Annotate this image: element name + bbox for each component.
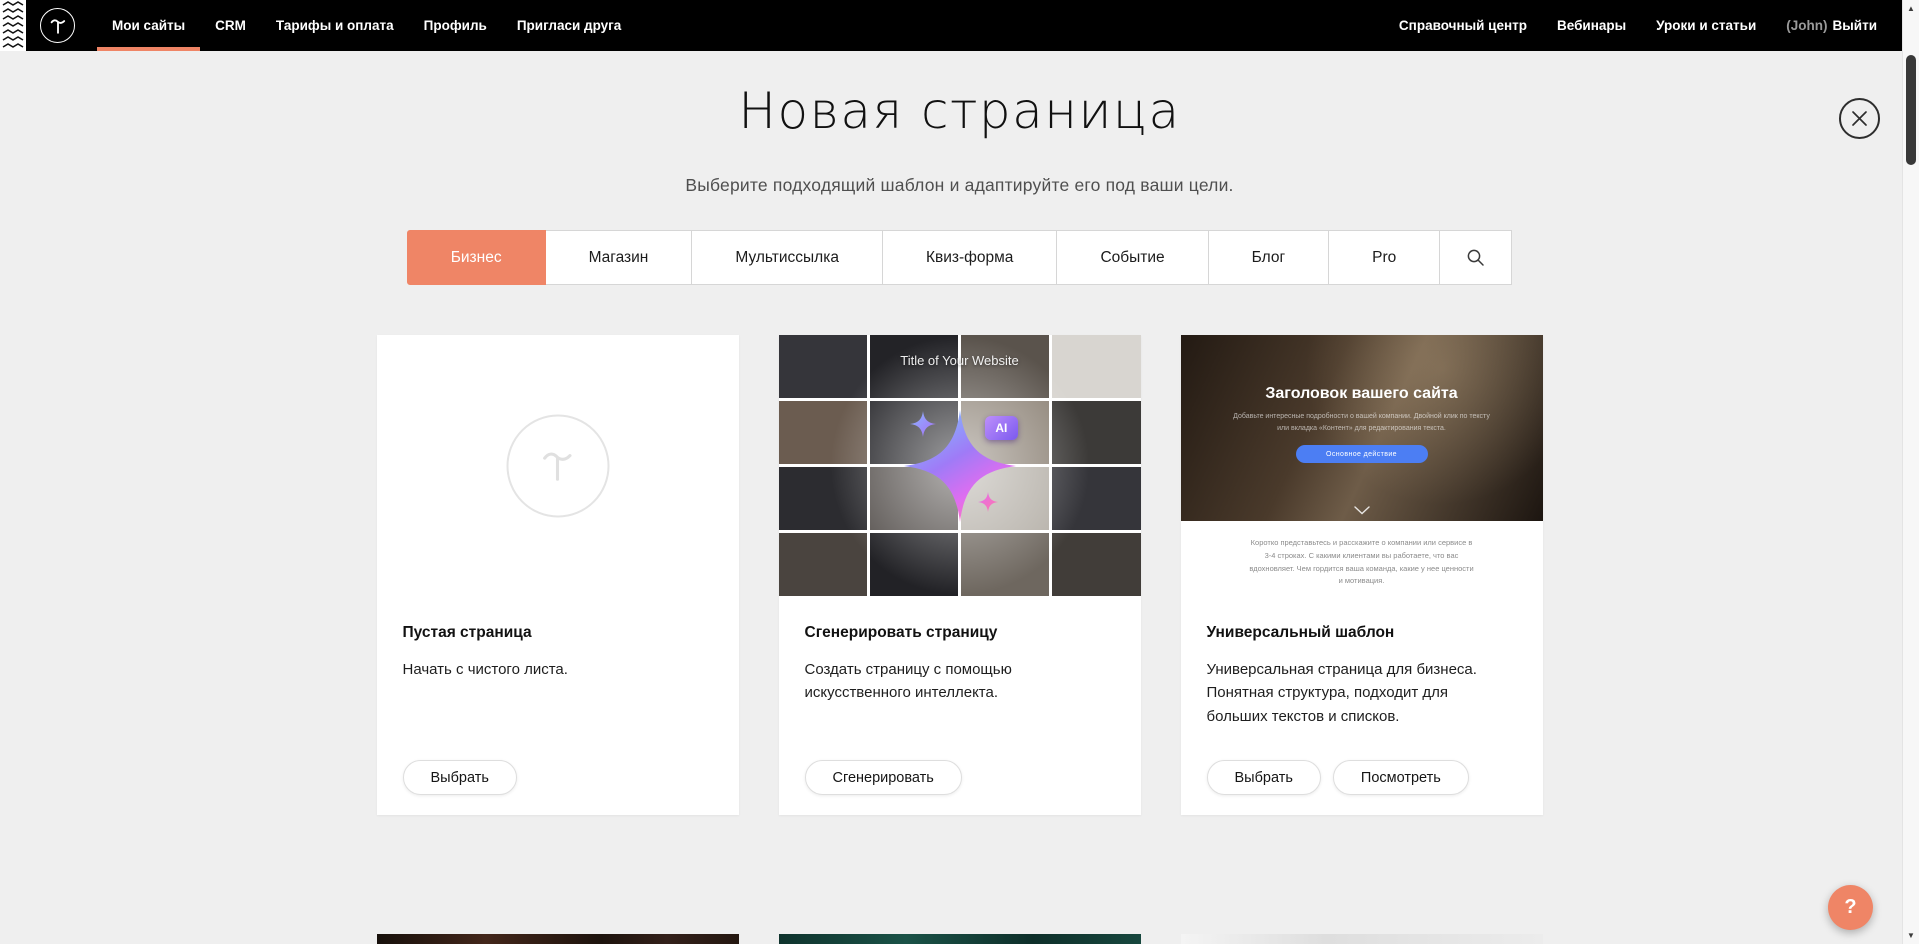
tab-quiz-form[interactable]: Квиз-форма bbox=[882, 230, 1057, 285]
card-description: Начать с чистого листа. bbox=[403, 658, 694, 681]
template-card-partial[interactable] bbox=[1181, 934, 1543, 944]
main-nav: Мои сайты CRM Тарифы и оплата Профиль Пр… bbox=[97, 0, 636, 51]
card-actions: Сгенерировать bbox=[805, 760, 962, 795]
template-site-title: Заголовок вашего сайта bbox=[1181, 335, 1543, 403]
template-card-blank: Пустая страница Начать с чистого листа. … bbox=[377, 335, 739, 815]
tab-pro[interactable]: Pro bbox=[1328, 230, 1440, 285]
select-universal-button[interactable]: Выбрать bbox=[1207, 760, 1321, 795]
tab-search[interactable] bbox=[1439, 230, 1512, 285]
search-icon bbox=[1466, 248, 1485, 267]
template-card-partial[interactable] bbox=[779, 934, 1141, 944]
ai-sparkle-icon bbox=[904, 410, 1016, 522]
scroll-up-arrow[interactable]: ▲ bbox=[1903, 4, 1919, 13]
nav-invite-friend[interactable]: Пригласи друга bbox=[502, 0, 636, 51]
scrollbar-thumb[interactable] bbox=[1906, 55, 1916, 165]
template-body: Коротко представьтесь и расскажите о ком… bbox=[1181, 521, 1543, 588]
chevron-down-icon bbox=[1354, 506, 1370, 515]
nav-profile[interactable]: Профиль bbox=[409, 0, 502, 51]
template-category-tabs: Бизнес Магазин Мультиссылка Квиз-форма С… bbox=[407, 230, 1513, 285]
nav-logout[interactable]: (John) Выйти bbox=[1771, 0, 1892, 51]
tilda-logo[interactable] bbox=[40, 8, 75, 43]
generate-button[interactable]: Сгенерировать bbox=[805, 760, 962, 795]
profile-name: (John) bbox=[1786, 18, 1827, 33]
blank-preview bbox=[377, 335, 739, 596]
template-card-partial[interactable] bbox=[377, 934, 739, 944]
template-hero: Заголовок вашего сайта Добавьте интересн… bbox=[1181, 335, 1543, 521]
scroll-down-arrow[interactable]: ▼ bbox=[1903, 931, 1919, 940]
tab-multilink[interactable]: Мультиссылка bbox=[691, 230, 883, 285]
view-universal-button[interactable]: Посмотреть bbox=[1333, 760, 1469, 795]
card-title: Сгенерировать страницу bbox=[805, 624, 1115, 642]
zigzag-decoration bbox=[0, 0, 26, 51]
card-info: Универсальный шаблон Универсальная стран… bbox=[1181, 596, 1543, 815]
logout-label: Выйти bbox=[1833, 18, 1878, 33]
top-navbar: Мои сайты CRM Тарифы и оплата Профиль Пр… bbox=[0, 0, 1919, 51]
nav-help-center[interactable]: Справочный центр bbox=[1384, 0, 1542, 51]
nav-webinars[interactable]: Вебинары bbox=[1542, 0, 1641, 51]
template-body-text: Коротко представьтесь и расскажите о ком… bbox=[1249, 537, 1473, 588]
tilda-watermark-icon bbox=[506, 414, 609, 517]
select-blank-button[interactable]: Выбрать bbox=[403, 760, 517, 795]
close-icon bbox=[1851, 110, 1868, 127]
tab-blog[interactable]: Блог bbox=[1208, 230, 1330, 285]
scrollbar[interactable]: ▲ ▼ bbox=[1902, 0, 1919, 944]
sparkle-small-icon bbox=[978, 492, 998, 512]
close-button[interactable] bbox=[1839, 98, 1880, 139]
next-template-row bbox=[377, 934, 1543, 944]
nav-crm[interactable]: CRM bbox=[200, 0, 261, 51]
template-site-subtitle: Добавьте интересные подробности о вашей … bbox=[1231, 411, 1492, 434]
nav-tariffs[interactable]: Тарифы и оплата bbox=[261, 0, 409, 51]
ai-preview: Title of Your Website AI bbox=[779, 335, 1141, 596]
page-subtitle: Выберите подходящий шаблон и адаптируйте… bbox=[0, 175, 1919, 196]
card-title: Универсальный шаблон bbox=[1207, 624, 1517, 642]
secondary-nav: Справочный центр Вебинары Уроки и статьи… bbox=[1384, 0, 1919, 51]
preview-site-title: Title of Your Website bbox=[779, 353, 1141, 368]
template-card-ai: Title of Your Website AI bbox=[779, 335, 1141, 815]
tab-event[interactable]: Событие bbox=[1056, 230, 1208, 285]
tab-store[interactable]: Магазин bbox=[545, 230, 693, 285]
page-title: Новая страница bbox=[0, 84, 1919, 139]
card-actions: Выбрать Посмотреть bbox=[1207, 760, 1469, 795]
universal-preview: Заголовок вашего сайта Добавьте интересн… bbox=[1181, 335, 1543, 596]
card-description: Универсальная страница для бизнеса. Поня… bbox=[1207, 658, 1498, 728]
app-window: Мои сайты CRM Тарифы и оплата Профиль Пр… bbox=[0, 0, 1919, 944]
template-grid: Пустая страница Начать с чистого листа. … bbox=[0, 335, 1919, 815]
card-actions: Выбрать bbox=[403, 760, 517, 795]
new-page-dialog: Новая страница Выберите подходящий шабло… bbox=[0, 0, 1919, 815]
card-info: Пустая страница Начать с чистого листа. … bbox=[377, 596, 739, 815]
nav-lessons[interactable]: Уроки и статьи bbox=[1641, 0, 1771, 51]
nav-my-sites[interactable]: Мои сайты bbox=[97, 0, 200, 51]
template-cta-button: Основное действие bbox=[1296, 445, 1428, 463]
template-card-universal: Заголовок вашего сайта Добавьте интересн… bbox=[1181, 335, 1543, 815]
help-button[interactable]: ? bbox=[1828, 885, 1873, 930]
card-description: Создать страницу с помощью искусственног… bbox=[805, 658, 1096, 705]
card-title: Пустая страница bbox=[403, 624, 713, 642]
card-info: Сгенерировать страницу Создать страницу … bbox=[779, 596, 1141, 815]
tab-business[interactable]: Бизнес bbox=[407, 230, 546, 285]
